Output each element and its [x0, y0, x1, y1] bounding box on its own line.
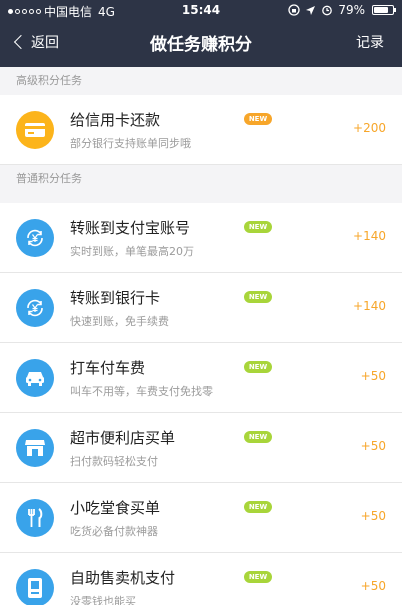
task-points: +200	[353, 121, 386, 135]
task-points: +50	[360, 369, 386, 383]
task-points: +50	[360, 509, 386, 523]
yuan-transfer-icon	[16, 219, 54, 257]
credit-card-icon	[16, 111, 54, 149]
task-subtitle: 叫车不用等，车费支付免找零	[70, 385, 213, 398]
store-icon	[16, 429, 54, 467]
alarm-icon	[322, 5, 333, 16]
yuan-transfer-icon	[16, 289, 54, 327]
task-points: +140	[353, 229, 386, 243]
task-subtitle: 扫付款码轻松支付	[70, 455, 158, 468]
task-row-taxi[interactable]: 打车付车费 叫车不用等，车费支付免找零 NEW +50	[0, 343, 402, 413]
task-title: 小吃堂食买单	[70, 499, 161, 517]
task-row-transfer-alipay[interactable]: 转账到支付宝账号 实时到账，单笔最高20万 NEW +140	[0, 203, 402, 273]
new-badge: NEW	[244, 431, 272, 443]
task-subtitle: 吃货必备付款神器	[70, 525, 158, 538]
fork-knife-icon	[16, 499, 54, 537]
battery-level	[374, 7, 389, 13]
section-header-normal: 普通积分任务	[16, 172, 82, 185]
task-points: +50	[360, 579, 386, 593]
task-subtitle: 没零钱也能买	[70, 595, 136, 605]
task-points: +50	[360, 439, 386, 453]
task-title: 自助售卖机支付	[70, 569, 176, 587]
new-badge: NEW	[244, 361, 272, 373]
header: 中国电信 4G 15:44 79% 返回 做任务赚积分 记录	[0, 0, 402, 67]
task-row-credit-card[interactable]: 给信用卡还款 部分银行支持账单同步哦 NEW +200	[0, 95, 402, 165]
task-title: 转账到支付宝账号	[70, 219, 191, 237]
battery-percent: 79%	[338, 3, 365, 17]
task-subtitle: 部分银行支持账单同步哦	[70, 137, 191, 150]
section-header-advanced: 高级积分任务	[16, 74, 82, 87]
location-icon	[306, 5, 316, 15]
task-row-vending[interactable]: 自助售卖机支付 没零钱也能买 NEW +50	[0, 553, 402, 605]
nav-bar: 返回 做任务赚积分 记录	[0, 22, 402, 62]
status-bar: 中国电信 4G 15:44 79%	[0, 0, 402, 20]
record-button[interactable]: 记录	[356, 32, 384, 52]
task-title: 打车付车费	[70, 359, 146, 377]
task-points: +140	[353, 299, 386, 313]
new-badge: NEW	[244, 291, 272, 303]
vending-machine-icon	[16, 569, 54, 605]
lock-rotation-icon	[288, 4, 300, 16]
task-subtitle: 实时到账，单笔最高20万	[70, 245, 194, 258]
task-subtitle: 快速到账，免手续费	[70, 315, 169, 328]
status-right: 79%	[288, 3, 396, 17]
task-title: 给信用卡还款	[70, 111, 161, 129]
task-row-supermarket[interactable]: 超市便利店买单 扫付款码轻松支付 NEW +50	[0, 413, 402, 483]
taxi-icon	[16, 359, 54, 397]
new-badge: NEW	[244, 501, 272, 513]
new-badge: NEW	[244, 571, 272, 583]
battery-icon	[372, 5, 396, 15]
task-title: 超市便利店买单	[70, 429, 176, 447]
new-badge: NEW	[244, 113, 272, 125]
page-title: 做任务赚积分	[150, 35, 252, 55]
new-badge: NEW	[244, 221, 272, 233]
task-row-snack[interactable]: 小吃堂食买单 吃货必备付款神器 NEW +50	[0, 483, 402, 553]
task-title: 转账到银行卡	[70, 289, 161, 307]
task-row-transfer-bank[interactable]: 转账到银行卡 快速到账，免手续费 NEW +140	[0, 273, 402, 343]
